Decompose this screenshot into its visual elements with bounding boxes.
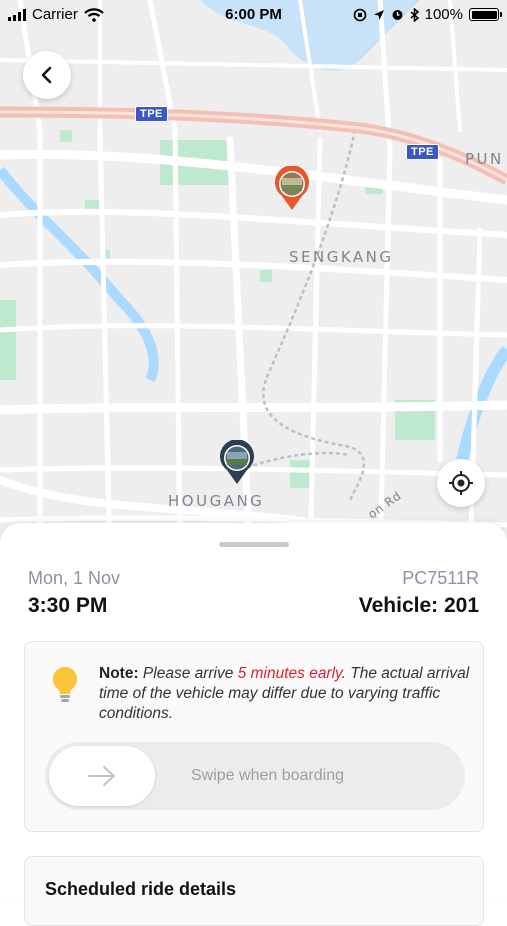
scheduled-ride-details-title: Scheduled ride details <box>45 879 237 899</box>
recenter-location-button[interactable] <box>437 459 485 507</box>
battery-icon <box>469 8 502 21</box>
swipe-label: Swipe when boarding <box>191 767 344 784</box>
back-button[interactable] <box>23 51 71 99</box>
ride-date: Mon, 1 Nov <box>28 568 121 588</box>
map-label-sengkang: SENGKANG <box>289 248 394 266</box>
status-bar: Carrier 6:00 PM 100% <box>0 0 507 30</box>
dark-dropoff-pin-icon[interactable] <box>219 439 255 491</box>
location-arrow-icon <box>373 9 384 20</box>
screen-rotation-lock-icon <box>353 8 366 21</box>
bluetooth-icon <box>410 7 419 22</box>
chevron-left-icon <box>41 66 52 84</box>
battery-percentage: 100% <box>424 6 463 23</box>
sheet-drag-handle[interactable] <box>219 542 289 547</box>
map-view[interactable]: TPE TPE SENGKANG HOUGANG PUN on Rd <box>0 0 507 560</box>
crosshair-location-icon <box>449 471 473 495</box>
map-label-pun: PUN <box>465 150 504 168</box>
scheduled-ride-details-card[interactable]: Scheduled ride details <box>24 856 484 926</box>
ride-bottom-sheet[interactable]: Mon, 1 Nov PC7511R 3:30 PM Vehicle: 201 … <box>0 523 507 926</box>
boarding-note-card: Note: Please arrive 5 minutes early. The… <box>24 641 484 832</box>
vehicle-number: Vehicle: 201 <box>358 594 479 617</box>
note-text: Note: Please arrive 5 minutes early. The… <box>99 664 471 724</box>
orange-pickup-pin-icon[interactable] <box>274 165 310 217</box>
booking-code: PC7511R <box>402 568 479 588</box>
swipe-to-board-slider[interactable]: Swipe when boarding <box>45 742 465 810</box>
note-highlight: 5 minutes early <box>237 665 342 682</box>
expressway-shield: TPE <box>406 144 439 160</box>
ride-time: 3:30 PM <box>28 594 108 617</box>
expressway-shield: TPE <box>135 106 168 122</box>
arrow-right-icon <box>88 766 115 786</box>
map-label-hougang: HOUGANG <box>168 492 265 510</box>
note-prefix: Note: <box>99 665 139 682</box>
alarm-icon <box>392 10 403 20</box>
lightbulb-icon <box>52 666 78 702</box>
swipe-knob[interactable] <box>49 746 155 806</box>
note-text-before: Please arrive <box>138 665 238 682</box>
